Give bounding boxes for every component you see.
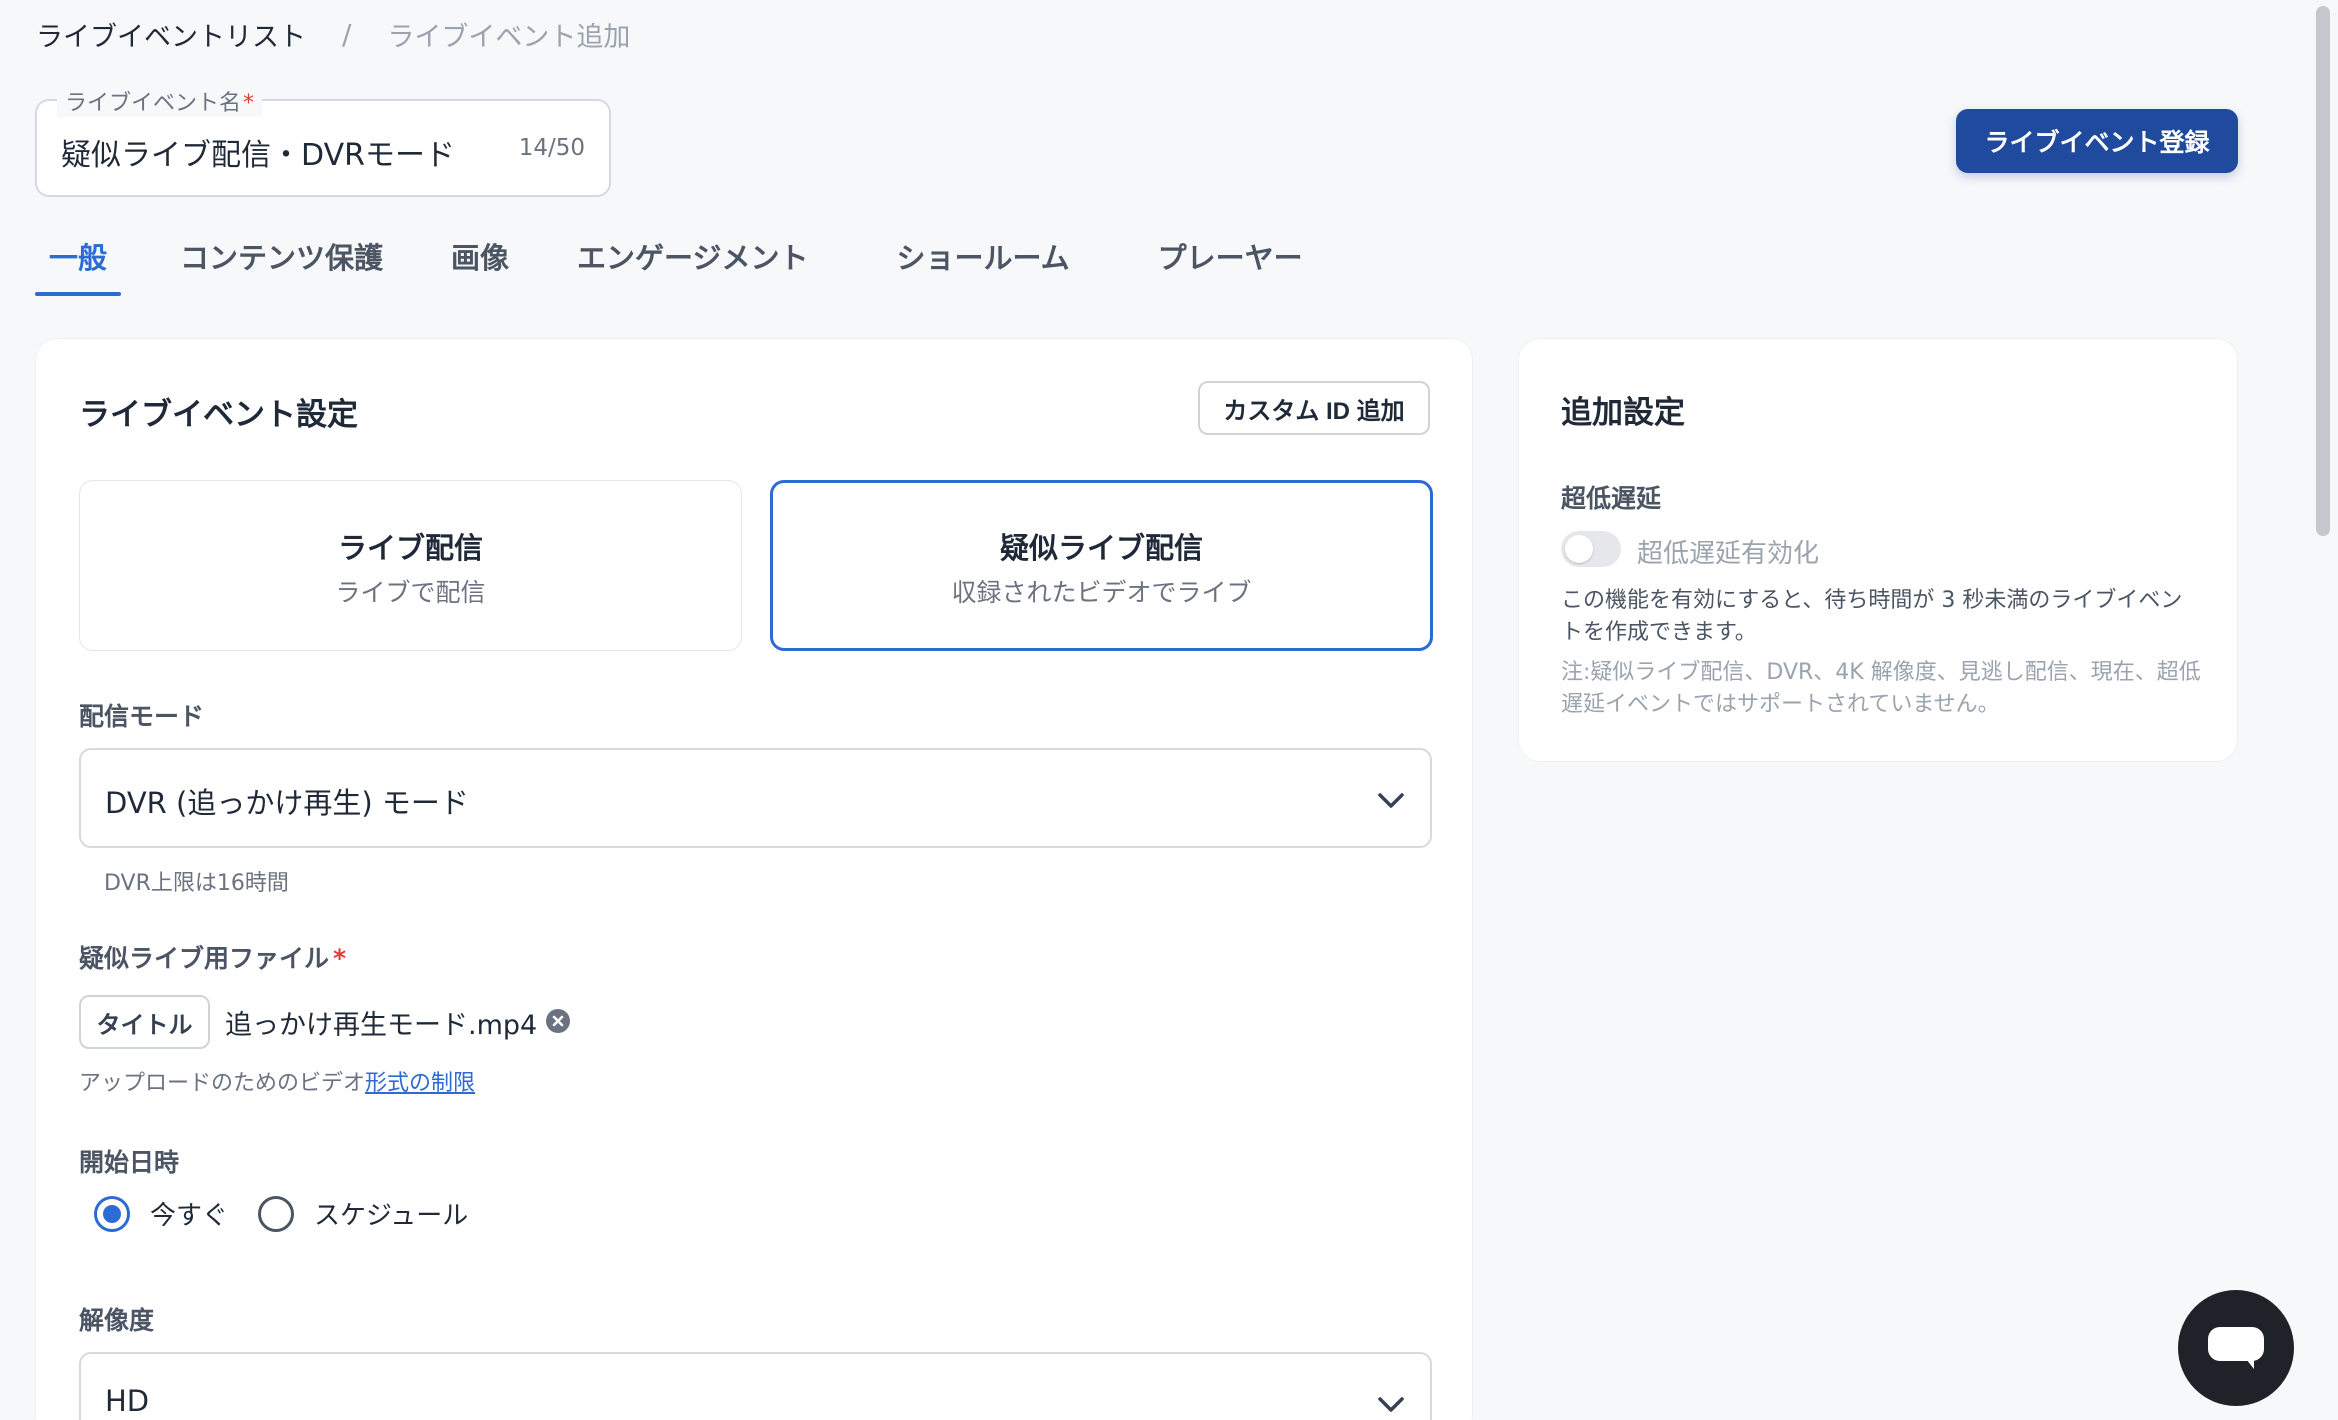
tab-general[interactable]: 一般 bbox=[35, 230, 121, 296]
live-event-name-input[interactable]: 疑似ライブ配信・DVRモード bbox=[61, 130, 455, 174]
live-event-name-label: ライブイベント名* bbox=[57, 85, 263, 117]
radio-now[interactable] bbox=[94, 1195, 130, 1232]
chat-bubble-icon bbox=[2208, 1327, 2264, 1369]
additional-settings-card: 追加設定 超低遅延 超低遅延有効化 この機能を有効にすると、待ち時間が 3 秒未… bbox=[1518, 338, 2238, 762]
radio-schedule[interactable] bbox=[258, 1195, 295, 1232]
title-chip-button[interactable]: タイトル bbox=[79, 995, 210, 1049]
pseudo-live-file-label: 疑似ライブ用ファイル * bbox=[79, 944, 347, 973]
add-custom-id-button[interactable]: カスタム ID 追加 bbox=[1198, 381, 1430, 435]
additional-settings-title: 追加設定 bbox=[1561, 395, 1685, 431]
live-event-name-field[interactable]: ライブイベント名* 疑似ライブ配信・DVRモード 14/50 bbox=[35, 85, 611, 197]
required-mark: * bbox=[243, 91, 255, 116]
live-streaming-title: ライブ配信 bbox=[337, 531, 483, 565]
page: ライブイベントリスト / ライブイベント追加 ライブイベント名* 疑似ライブ配信… bbox=[0, 0, 2338, 1420]
tab-showroom[interactable]: ショールーム bbox=[882, 230, 1083, 296]
live-event-settings-card: ライブイベント設定 カスタム ID 追加 ライブ配信 ライブで配信 疑似ライブ配… bbox=[35, 338, 1473, 1420]
selected-file-name: 追っかけ再生モード.mp4 bbox=[225, 1010, 538, 1041]
format-restrictions-link[interactable]: 形式の制限 bbox=[365, 1071, 475, 1096]
resolution-label: 解像度 bbox=[79, 1306, 155, 1335]
resolution-value: HD bbox=[105, 1384, 150, 1418]
character-counter: 14/50 bbox=[518, 135, 585, 161]
close-circle-icon[interactable] bbox=[544, 1007, 572, 1035]
tab-images[interactable]: 画像 bbox=[437, 230, 523, 296]
upload-format-note: アップロードのためのビデオ形式の制限 bbox=[79, 1071, 476, 1096]
chat-widget-button[interactable] bbox=[2178, 1290, 2294, 1406]
chevron-down-icon bbox=[1378, 793, 1404, 808]
ultra-low-latency-toggle-label: 超低遅延有効化 bbox=[1637, 539, 1820, 569]
start-time-label: 開始日時 bbox=[79, 1148, 180, 1177]
breadcrumb-current: ライブイベント追加 bbox=[387, 21, 631, 53]
breadcrumb: ライブイベントリスト / ライブイベント追加 bbox=[36, 14, 630, 54]
dvr-limit-helper: DVR上限は16時間 bbox=[104, 871, 289, 896]
ultra-low-latency-description: この機能を有効にすると、待ち時間が 3 秒未満のライブイベントを作成できます。 bbox=[1561, 588, 2183, 645]
tab-engagement[interactable]: エンゲージメント bbox=[563, 230, 822, 296]
settings-tabs: 一般 コンテンツ保護 画像 エンゲージメント ショールーム プレーヤー bbox=[35, 230, 1317, 296]
pseudo-live-streaming-option[interactable]: 疑似ライブ配信 収録されたビデオでライブ bbox=[770, 480, 1433, 651]
start-time-radio-group: 今すぐ スケジュール bbox=[94, 1195, 498, 1232]
breadcrumb-live-event-list[interactable]: ライブイベントリスト bbox=[36, 15, 306, 54]
ultra-low-latency-toggle[interactable] bbox=[1561, 531, 1621, 567]
breadcrumb-separator: / bbox=[342, 17, 352, 51]
radio-now-label[interactable]: 今すぐ bbox=[150, 1195, 228, 1232]
scrollbar-thumb[interactable] bbox=[2316, 6, 2330, 536]
ultra-low-latency-label: 超低遅延 bbox=[1561, 484, 1662, 513]
pseudo-live-streaming-title: 疑似ライブ配信 bbox=[999, 531, 1203, 565]
delivery-mode-select[interactable]: DVR (追っかけ再生) モード bbox=[79, 748, 1432, 848]
delivery-mode-label: 配信モード bbox=[79, 702, 205, 731]
tab-player[interactable]: プレーヤー bbox=[1144, 230, 1317, 296]
live-streaming-option[interactable]: ライブ配信 ライブで配信 bbox=[79, 480, 742, 651]
radio-schedule-label[interactable]: スケジュール bbox=[314, 1195, 468, 1232]
required-mark: * bbox=[333, 944, 347, 973]
ultra-low-latency-note: 注:疑似ライブ配信、DVR、4K 解像度、見逃し配信、現在、超低遅延イベントでは… bbox=[1561, 660, 2201, 717]
live-streaming-subtitle: ライブで配信 bbox=[335, 578, 486, 607]
live-event-settings-title: ライブイベント設定 bbox=[79, 397, 358, 433]
tab-content-protection[interactable]: コンテンツ保護 bbox=[166, 230, 397, 296]
register-live-event-button[interactable]: ライブイベント登録 bbox=[1956, 109, 2238, 173]
delivery-mode-value: DVR (追っかけ再生) モード bbox=[105, 786, 469, 820]
pseudo-live-streaming-subtitle: 収録されたビデオでライブ bbox=[951, 578, 1252, 607]
resolution-select[interactable]: HD bbox=[79, 1352, 1432, 1420]
chevron-down-icon bbox=[1378, 1397, 1404, 1412]
